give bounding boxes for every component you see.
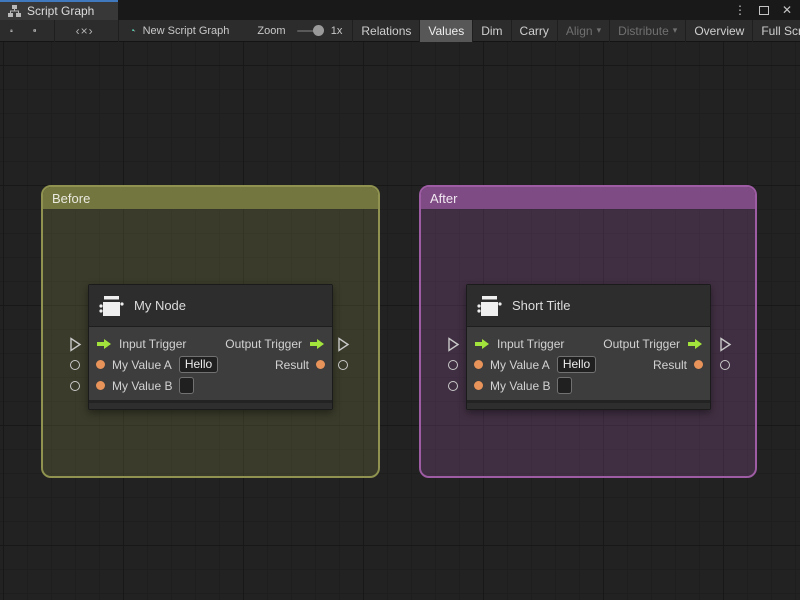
node-footer: [467, 400, 710, 409]
carry-button[interactable]: Carry: [510, 19, 557, 42]
value-b-row: My Value B: [89, 375, 332, 396]
toolbar-buttons: Relations Values Dim Carry Align ▾ Distr…: [352, 19, 800, 42]
port-label: My Value B: [112, 378, 173, 393]
port-label: Input Trigger: [497, 336, 565, 351]
graph-name-label: New Script Graph: [142, 24, 230, 37]
group-header[interactable]: After: [421, 187, 755, 209]
value-port-icon[interactable]: [474, 360, 483, 369]
external-flow-out-port[interactable]: [337, 337, 350, 352]
flow-out-icon[interactable]: [687, 338, 703, 350]
port-label: Output Trigger: [603, 336, 680, 351]
chevron-down-icon: ▾: [596, 25, 602, 35]
distribute-dropdown[interactable]: Distribute ▾: [609, 19, 685, 42]
hierarchy-icon: [8, 5, 21, 17]
node-title: Short Title: [512, 298, 571, 313]
external-flow-out-port[interactable]: [719, 337, 732, 352]
external-value-port[interactable]: [70, 360, 80, 370]
graph-canvas[interactable]: Before After My Node Input Trigger Outpu…: [0, 42, 800, 600]
node-port-rows: Input Trigger Output Trigger My Value A …: [89, 327, 332, 400]
external-value-port[interactable]: [720, 360, 730, 370]
close-icon[interactable]: ✕: [782, 3, 792, 17]
value-b-input[interactable]: [557, 377, 573, 394]
node-title: My Node: [134, 298, 187, 313]
port-label: My Value B: [490, 378, 551, 393]
tab-script-graph[interactable]: Script Graph: [0, 0, 118, 20]
tab-strip: Script Graph ⋮ ✕: [0, 0, 800, 20]
lock-icon[interactable]: [10, 24, 13, 37]
align-dropdown[interactable]: Align ▾: [556, 19, 609, 42]
node-short-title[interactable]: Short Title Input Trigger Output Trigger…: [466, 284, 711, 410]
unit-node-icon: [99, 295, 124, 316]
script-graph-icon: [132, 28, 136, 32]
value-port-icon[interactable]: [316, 360, 325, 369]
info-icon[interactable]: [33, 24, 37, 37]
zoom-slider-handle[interactable]: [312, 24, 324, 36]
code-view-icon[interactable]: ‹×›: [76, 24, 94, 38]
overview-button[interactable]: Overview: [685, 19, 752, 42]
zoom-label: Zoom: [257, 24, 286, 37]
value-a-input[interactable]: Hello: [178, 356, 219, 373]
port-label: My Value A: [112, 357, 172, 372]
maximize-icon[interactable]: [758, 5, 769, 15]
tab-title: Script Graph: [27, 4, 95, 18]
menu-icon[interactable]: ⋮: [734, 3, 746, 17]
group-title: After: [430, 190, 458, 206]
port-label: Result: [274, 357, 309, 372]
unit-node-icon: [477, 295, 502, 316]
trigger-row: Input Trigger Output Trigger: [467, 333, 710, 354]
values-button[interactable]: Values: [419, 19, 473, 42]
flow-out-icon[interactable]: [309, 338, 325, 350]
unity-visual-scripting-window: Script Graph ⋮ ✕ ‹×› New Script Graph Zo…: [0, 0, 800, 600]
external-value-port[interactable]: [338, 360, 348, 370]
flow-in-icon[interactable]: [96, 338, 112, 350]
value-port-icon[interactable]: [96, 381, 105, 390]
node-port-rows: Input Trigger Output Trigger My Value A …: [467, 327, 710, 400]
value-port-icon[interactable]: [96, 360, 105, 369]
value-a-row: My Value A Hello Result: [89, 354, 332, 375]
port-label: Output Trigger: [225, 336, 302, 351]
group-title: Before: [52, 190, 91, 206]
external-value-port[interactable]: [70, 381, 80, 391]
trigger-row: Input Trigger Output Trigger: [89, 333, 332, 354]
external-flow-in-port[interactable]: [447, 337, 460, 352]
zoom-value: 1x: [330, 24, 343, 37]
external-flow-in-port[interactable]: [69, 337, 82, 352]
port-label: Result: [652, 357, 687, 372]
relations-button[interactable]: Relations: [352, 19, 419, 42]
node-header[interactable]: Short Title: [467, 285, 710, 327]
flow-in-icon[interactable]: [474, 338, 490, 350]
node-header[interactable]: My Node: [89, 285, 332, 327]
value-a-input[interactable]: Hello: [556, 356, 597, 373]
node-my-node[interactable]: My Node Input Trigger Output Trigger My …: [88, 284, 333, 410]
dim-button[interactable]: Dim: [472, 19, 510, 42]
value-b-row: My Value B: [467, 375, 710, 396]
external-value-port[interactable]: [448, 360, 458, 370]
external-value-port[interactable]: [448, 381, 458, 391]
node-footer: [89, 400, 332, 409]
value-port-icon[interactable]: [694, 360, 703, 369]
value-port-icon[interactable]: [474, 381, 483, 390]
value-a-row: My Value A Hello Result: [467, 354, 710, 375]
chevron-down-icon: ▾: [672, 25, 678, 35]
window-controls: ⋮ ✕: [734, 0, 792, 20]
group-header[interactable]: Before: [43, 187, 378, 209]
value-b-input[interactable]: [179, 377, 195, 394]
port-label: My Value A: [490, 357, 550, 372]
fullscreen-button[interactable]: Full Scr: [752, 19, 800, 42]
zoom-slider[interactable]: [296, 24, 324, 36]
port-label: Input Trigger: [119, 336, 187, 351]
graph-toolbar: ‹×› New Script Graph Zoom 1x Relations V…: [0, 19, 800, 42]
